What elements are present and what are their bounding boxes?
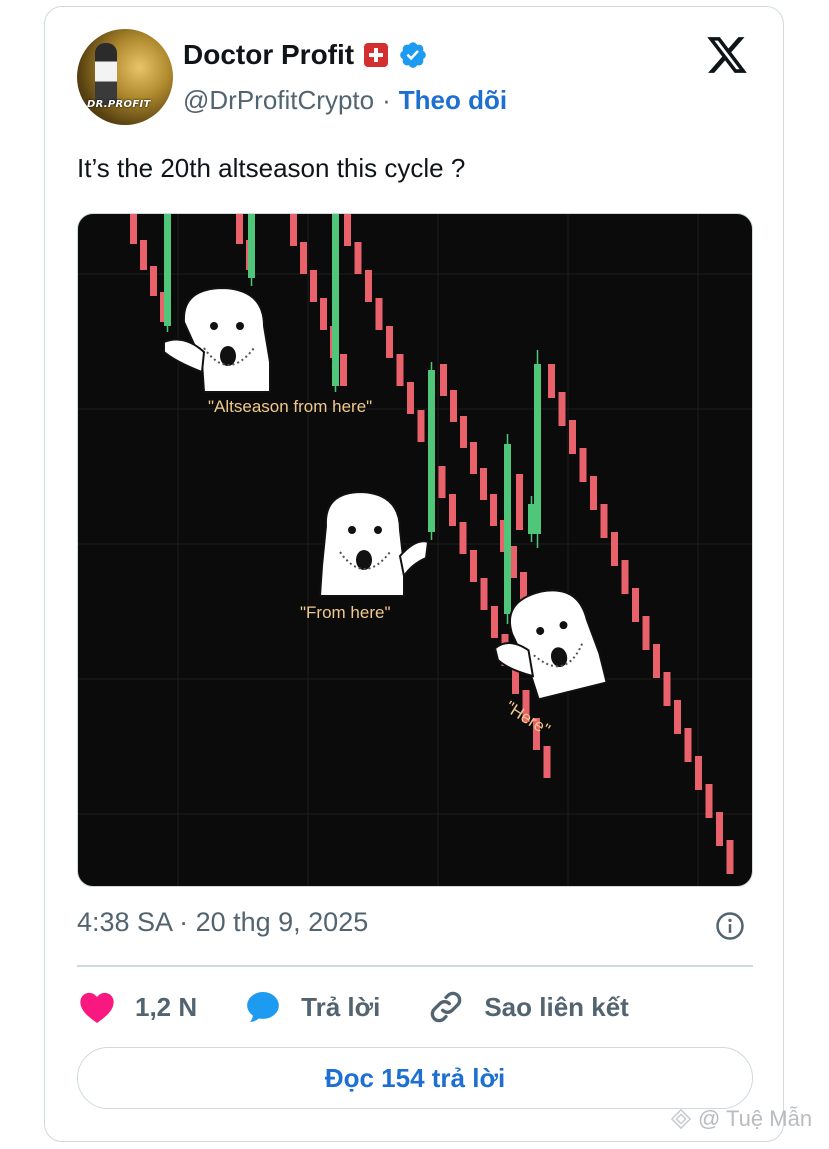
candle bbox=[344, 214, 351, 246]
candle bbox=[684, 728, 692, 762]
candle bbox=[600, 504, 608, 538]
candle bbox=[248, 214, 255, 278]
diamond-logo-icon bbox=[670, 1108, 692, 1130]
follow-button[interactable]: Theo dõi bbox=[399, 85, 507, 116]
meme-face-1 bbox=[163, 286, 271, 393]
candle bbox=[310, 270, 317, 302]
reply-bubble-icon bbox=[247, 992, 279, 1022]
watermark: @ Tuệ Mẫn bbox=[670, 1106, 812, 1132]
like-count: 1,2 N bbox=[135, 991, 198, 1022]
candle bbox=[558, 392, 566, 426]
candle bbox=[516, 474, 523, 530]
candle bbox=[150, 266, 157, 296]
tweet-media-image[interactable]: "Altseason from here" "From here" "Here" bbox=[77, 213, 753, 887]
candle bbox=[480, 468, 487, 500]
candle bbox=[642, 616, 650, 650]
copy-link-button[interactable]: Sao liên kết bbox=[426, 987, 629, 1027]
candle bbox=[705, 784, 713, 818]
candle bbox=[320, 298, 327, 330]
meme-caption-2: "From here" bbox=[300, 603, 390, 622]
meme-caption-1: "Altseason from here" bbox=[208, 397, 372, 416]
candle bbox=[504, 444, 511, 614]
author-name-row: Doctor Profit bbox=[183, 39, 428, 71]
candle bbox=[332, 214, 339, 386]
candle bbox=[632, 588, 639, 622]
candle bbox=[590, 476, 597, 510]
candle bbox=[716, 812, 723, 846]
avatar[interactable]: DR.PROFIT bbox=[77, 29, 173, 125]
candle bbox=[300, 242, 307, 274]
meme-face-3 bbox=[493, 589, 608, 701]
candle bbox=[726, 840, 734, 874]
candle bbox=[621, 560, 629, 594]
candle bbox=[290, 214, 297, 246]
candle bbox=[386, 326, 393, 358]
candle bbox=[164, 214, 171, 326]
candle bbox=[543, 746, 551, 778]
candle bbox=[340, 354, 347, 386]
candle bbox=[534, 364, 541, 534]
reply-label: Trả lời bbox=[301, 991, 381, 1022]
x-logo-icon[interactable] bbox=[705, 33, 749, 77]
candle bbox=[236, 214, 243, 244]
copy-link-label: Sao liên kết bbox=[484, 991, 629, 1022]
candle bbox=[510, 546, 517, 578]
tweet-text: It’s the 20th altseason this cycle ? bbox=[77, 153, 466, 183]
action-bar: 1,2 N Trả lời Sao liên kết bbox=[77, 985, 675, 1029]
candle bbox=[491, 606, 498, 638]
swiss-flag-icon bbox=[364, 43, 389, 67]
candle bbox=[140, 240, 147, 270]
candle bbox=[528, 504, 535, 534]
candle bbox=[438, 466, 446, 498]
divider bbox=[77, 965, 753, 967]
candle bbox=[417, 410, 425, 442]
avatar-person bbox=[95, 43, 117, 105]
avatar-logo-text: DR.PROFIT bbox=[87, 99, 151, 110]
candle bbox=[449, 494, 456, 526]
candle bbox=[396, 354, 404, 386]
candle bbox=[440, 364, 447, 396]
candle bbox=[428, 370, 435, 532]
candle bbox=[375, 298, 383, 330]
meme-chart-svg: "Altseason from here" "From here" "Here" bbox=[78, 214, 752, 886]
tweet-card: DR.PROFIT Doctor Profit @DrProfitCrypto … bbox=[44, 6, 784, 1142]
candle bbox=[548, 364, 555, 398]
info-icon[interactable] bbox=[715, 911, 745, 941]
candle bbox=[653, 644, 660, 678]
candle bbox=[695, 756, 702, 790]
candle bbox=[490, 494, 497, 526]
heart-icon bbox=[80, 992, 114, 1023]
author-display-name[interactable]: Doctor Profit bbox=[183, 39, 354, 71]
read-replies-button[interactable]: Đọc 154 trả lời bbox=[77, 1047, 753, 1109]
candle bbox=[470, 442, 477, 474]
candle bbox=[407, 382, 414, 414]
candle bbox=[459, 522, 467, 554]
candle bbox=[460, 416, 467, 448]
like-button[interactable]: 1,2 N bbox=[77, 987, 197, 1027]
candle bbox=[663, 672, 671, 706]
separator-dot: · bbox=[382, 85, 391, 115]
candle bbox=[579, 448, 587, 482]
candle bbox=[480, 578, 488, 610]
candle bbox=[130, 214, 137, 244]
tweet-timestamp[interactable]: 4:38 SA · 20 thg 9, 2025 bbox=[77, 907, 368, 938]
watermark-text: @ Tuệ Mẫn bbox=[698, 1106, 813, 1131]
candle bbox=[611, 532, 618, 566]
verified-badge-icon bbox=[400, 42, 426, 68]
candle bbox=[470, 550, 477, 582]
reply-button[interactable]: Trả lời bbox=[243, 987, 380, 1027]
candle bbox=[674, 700, 681, 734]
candle bbox=[365, 270, 372, 302]
candle bbox=[354, 242, 362, 274]
link-icon bbox=[431, 991, 462, 1023]
author-handle-row: @DrProfitCrypto · Theo dõi bbox=[183, 85, 507, 116]
candle bbox=[569, 420, 576, 454]
candle bbox=[450, 390, 457, 422]
author-handle[interactable]: @DrProfitCrypto bbox=[183, 85, 374, 116]
